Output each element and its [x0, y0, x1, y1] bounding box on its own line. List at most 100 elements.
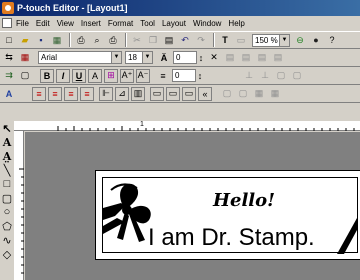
format-toolbar-1: ⇆ ▦ Arial ▼ 18 ▼ Ä 0 ↕ ✕ ▤ ▤ ▤ ▤ [0, 49, 360, 67]
close-format-button[interactable]: « [198, 86, 212, 101]
mirror-button[interactable]: ▥ [131, 86, 145, 101]
italic-button[interactable]: I [56, 68, 70, 83]
align-left-button[interactable]: ≡ [32, 86, 46, 101]
superscript-button[interactable]: A⁺ [120, 68, 134, 83]
vertical-text-button[interactable]: ⊩ [99, 86, 113, 101]
line-tool-icon[interactable]: ╲ [0, 163, 14, 177]
zoom-select[interactable]: 150 % ▼ [252, 33, 290, 47]
rounded-rect-tool-icon[interactable]: ▢ [0, 191, 14, 205]
outline-button[interactable]: A [88, 68, 102, 83]
rotate-button[interactable]: ⊿ [115, 86, 129, 101]
ruler-mark-1: 1 [140, 121, 144, 128]
document-icon[interactable] [2, 18, 12, 28]
save-icon[interactable]: ▪ [34, 33, 48, 47]
ellipse-tool-icon[interactable]: ○ [0, 205, 14, 219]
align-justify-button[interactable]: ≡ [80, 86, 94, 101]
menu-bar: File Edit View Insert Format Tool Layout… [0, 16, 360, 30]
object-ungroup-icon[interactable]: ▢ [290, 69, 304, 83]
line-spacing-field[interactable]: 0 [172, 69, 196, 82]
size-same-icon[interactable]: ▦ [252, 87, 266, 101]
menu-layout[interactable]: Layout [162, 19, 186, 28]
align-center-button[interactable]: ≡ [48, 86, 62, 101]
border-icon[interactable]: ▢ [18, 69, 32, 83]
select-arrow-icon[interactable]: ↖ [0, 121, 14, 135]
underline-button[interactable]: U [72, 68, 86, 83]
frame-icon[interactable]: ▭ [234, 33, 248, 47]
zoom-value: 150 % [255, 35, 278, 45]
arrange-icon[interactable]: ▦ [268, 87, 282, 101]
new-icon[interactable]: □ [2, 33, 16, 47]
chevron-down-icon[interactable]: ▼ [279, 34, 289, 46]
open-icon[interactable]: ▰ [18, 33, 32, 47]
menu-edit[interactable]: Edit [36, 19, 50, 28]
size-select[interactable]: 18 ▼ [125, 51, 153, 64]
align-right-icon[interactable]: ▤ [255, 51, 269, 65]
text-tool-icon[interactable]: A [0, 135, 14, 149]
size-value: 18 [128, 53, 137, 62]
chevron-down-icon[interactable]: ▼ [111, 52, 121, 63]
size-same-width-icon[interactable]: ▢ [220, 87, 234, 101]
font-select[interactable]: Arial ▼ [38, 51, 122, 64]
toolbar-separator [125, 33, 127, 47]
menu-insert[interactable]: Insert [81, 19, 101, 28]
valign-bottom-button[interactable]: ▭ [182, 86, 196, 101]
database-icon[interactable]: ▦ [50, 33, 64, 47]
style-icon[interactable]: ▦ [18, 51, 32, 65]
menu-tool[interactable]: Tool [140, 19, 155, 28]
print-preview-icon[interactable]: ⌕ [90, 33, 104, 47]
label-text-name[interactable]: I am Dr. Stamp. [148, 224, 315, 252]
freehand-tool-icon[interactable]: ∿ [0, 233, 14, 247]
valign-top-button[interactable]: ▭ [150, 86, 164, 101]
bold-button[interactable]: B [40, 68, 54, 83]
layout-canvas[interactable]: Hello! I am Dr. Stamp. [25, 132, 360, 280]
label-text-greeting[interactable]: Hello! [213, 190, 275, 211]
undo-icon[interactable]: ↶ [178, 33, 192, 47]
copy-icon[interactable]: ❐ [146, 33, 160, 47]
menu-view[interactable]: View [57, 19, 74, 28]
menu-file[interactable]: File [16, 19, 29, 28]
tool-palette: ↖ A A̤ ╲ □ ▢ ○ ⬠ ∿ ◇ [0, 121, 14, 280]
vertical-text-tool-icon[interactable]: A̤ [0, 149, 14, 163]
chevron-down-icon[interactable]: ▼ [142, 52, 152, 63]
vertical-ruler [14, 131, 24, 280]
redo-icon[interactable]: ↷ [194, 33, 208, 47]
menu-help[interactable]: Help [228, 19, 244, 28]
char-spacing-field[interactable]: 0 [173, 51, 197, 64]
spin-icon[interactable]: ↕ [197, 51, 205, 65]
standard-toolbar: □ ▰ ▪ ▦ ⎙ ⌕ ⎙ ✂ ❐ ▤ ↶ ↷ T ▭ 150 % ▼ ⊖ ● … [0, 31, 360, 49]
paste-icon[interactable]: ▤ [162, 33, 176, 47]
rectangle-tool-icon[interactable]: □ [0, 177, 14, 191]
subscript-button[interactable]: A⁻ [136, 68, 150, 83]
object-group-icon[interactable]: ▢ [274, 69, 288, 83]
object-distribute-icon[interactable]: ⊥ [258, 69, 272, 83]
menu-format[interactable]: Format [108, 19, 133, 28]
text-tool-icon[interactable]: A [2, 87, 16, 101]
arc-tool-icon[interactable]: ◇ [0, 247, 14, 261]
align-left-icon[interactable]: ▤ [223, 51, 237, 65]
window-title: P-touch Editor - [Layout1] [17, 3, 128, 13]
label-tape[interactable]: Hello! I am Dr. Stamp. [95, 170, 360, 260]
polygon-tool-icon[interactable]: ⬠ [0, 219, 14, 233]
object-align-icon[interactable]: ⊥ [242, 69, 256, 83]
align-justify-icon[interactable]: ▤ [271, 51, 285, 65]
align-center-icon[interactable]: ▤ [239, 51, 253, 65]
label-frame: Hello! I am Dr. Stamp. [102, 177, 358, 254]
zoom-in-icon[interactable]: ● [309, 33, 323, 47]
print-icon[interactable]: ⎙ [74, 33, 88, 47]
valign-middle-button[interactable]: ▭ [166, 86, 180, 101]
clear-format-icon[interactable]: ✕ [207, 51, 221, 65]
spin-icon[interactable]: ↕ [196, 69, 204, 83]
horizontal-ruler: 1 [14, 121, 360, 131]
cut-icon[interactable]: ✂ [130, 33, 144, 47]
help-pointer-icon[interactable]: ? [325, 33, 339, 47]
align-right-button[interactable]: ≡ [64, 86, 78, 101]
size-same-height-icon[interactable]: ▢ [236, 87, 250, 101]
text-icon[interactable]: T [218, 33, 232, 47]
zoom-out-icon[interactable]: ⊖ [293, 33, 307, 47]
frame-mode-icon[interactable]: ⇉ [2, 69, 16, 83]
mode-icon[interactable]: ⇆ [2, 51, 16, 65]
printer-setup-icon[interactable]: ⎙ [106, 33, 120, 47]
frame-text-button[interactable]: ⊞ [104, 68, 118, 83]
menu-window[interactable]: Window [193, 19, 221, 28]
toolbar-separator [69, 33, 71, 47]
